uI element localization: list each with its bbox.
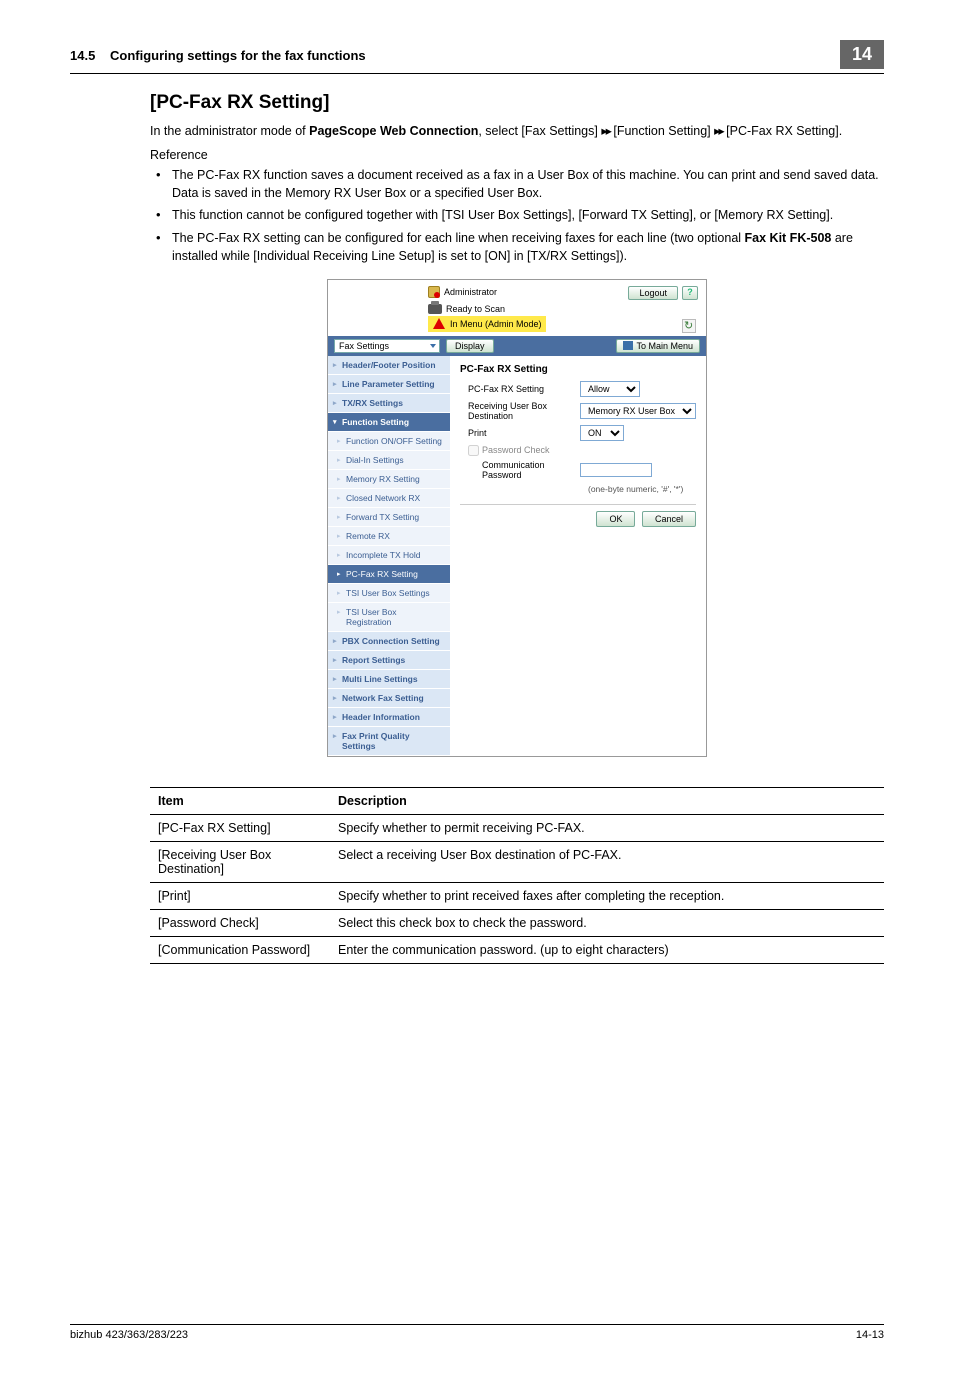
arrow-icon: ▸▸ [601,124,610,138]
table-cell-desc: Specify whether to print received faxes … [330,882,884,909]
table-cell-item: [Print] [150,882,330,909]
field-label: Receiving User Box Destination [460,401,580,421]
status-text: Ready to Scan [446,304,505,314]
intro-text: In the administrator mode of [150,124,309,138]
main-panel: PC-Fax RX Setting PC-Fax RX Setting Allo… [450,356,706,756]
admin-label: Administrator [444,287,497,297]
cancel-button[interactable]: Cancel [642,511,696,527]
sidebar-subitem[interactable]: TSI User Box Settings [328,584,450,603]
sidebar-subitem[interactable]: Dial-In Settings [328,451,450,470]
sidebar-subitem[interactable]: Closed Network RX [328,489,450,508]
list-bold: Fax Kit FK-508 [745,231,832,245]
sidebar-item[interactable]: Multi Line Settings [328,670,450,689]
running-header: 14.5 Configuring settings for the fax fu… [70,40,884,74]
sidebar-item[interactable]: Line Parameter Setting [328,375,450,394]
warning-icon [432,318,446,330]
table-row: [PC-Fax RX Setting] Specify whether to p… [150,814,884,841]
sidebar-item[interactable]: Fax Print Quality Settings [328,727,450,756]
table-cell-item: [Communication Password] [150,936,330,963]
page-footer: bizhub 423/363/283/223 14-13 [70,1324,884,1341]
intro-paragraph: In the administrator mode of PageScope W… [150,122,884,140]
sidebar-item[interactable]: PBX Connection Setting [328,632,450,651]
password-checkbox[interactable] [468,445,479,456]
status-row: Ready to Scan [428,304,698,314]
table-cell-desc: Select this check box to check the passw… [330,909,884,936]
ok-button[interactable]: OK [596,511,635,527]
table-cell-item: [Password Check] [150,909,330,936]
mode-text: In Menu (Admin Mode) [450,319,542,329]
sidebar-item[interactable]: Report Settings [328,651,450,670]
to-main-menu-button[interactable]: To Main Menu [616,339,700,353]
list-item: The PC-Fax RX function saves a document … [150,166,884,202]
table-cell-item: [PC-Fax RX Setting] [150,814,330,841]
table-cell-desc: Specify whether to permit receiving PC-F… [330,814,884,841]
sidebar-subitem[interactable]: Remote RX [328,527,450,546]
list-item: This function cannot be configured toget… [150,206,884,224]
panel-title: PC-Fax RX Setting [460,364,696,375]
sidebar-item[interactable]: Header/Footer Position [328,356,450,375]
sidebar-subitem[interactable]: Forward TX Setting [328,508,450,527]
table-cell-item: [Receiving User Box Destination] [150,841,330,882]
table-cell-desc: Select a receiving User Box destination … [330,841,884,882]
field-label: Print [460,428,580,438]
reference-list: The PC-Fax RX function saves a document … [150,166,884,265]
pcfax-rx-select[interactable]: Allow [580,381,640,397]
sidebar-item[interactable]: TX/RX Settings [328,394,450,413]
description-table: Item Description [PC-Fax RX Setting] Spe… [150,787,884,964]
section-title: Configuring settings for the fax functio… [110,48,840,63]
intro-text: , select [Fax Settings] [478,124,601,138]
to-main-label: To Main Menu [636,341,693,351]
checkbox-label: Password Check [482,445,550,455]
chapter-chip: 14 [840,40,884,69]
communication-password-input[interactable] [580,463,652,477]
refresh-button[interactable] [682,319,696,333]
footer-left: bizhub 423/363/283/223 [70,1329,188,1341]
sidebar-subitem[interactable]: TSI User Box Registration [328,603,450,632]
table-cell-desc: Enter the communication password. (up to… [330,936,884,963]
table-row: [Password Check] Select this check box t… [150,909,884,936]
page-title: [PC-Fax RX Setting] [150,92,884,114]
footer-right: 14-13 [856,1329,884,1341]
sidebar-item[interactable]: Header Information [328,708,450,727]
admin-icon [428,286,440,298]
field-note: (one-byte numeric, '#', '*') [460,484,696,494]
table-row: [Receiving User Box Destination] Select … [150,841,884,882]
destination-select[interactable]: Memory RX User Box [580,403,696,419]
logout-button[interactable]: Logout [628,286,678,300]
menu-icon [623,341,633,350]
sidebar-subitem[interactable]: Function ON/OFF Setting [328,432,450,451]
sidebar-subitem[interactable]: Incomplete TX Hold [328,546,450,565]
intro-text: [PC-Fax RX Setting]. [723,124,842,138]
field-label: Communication Password [460,460,580,480]
field-label: PC-Fax RX Setting [460,384,580,394]
print-select[interactable]: ON [580,425,624,441]
printer-icon [428,304,442,314]
help-button[interactable]: ? [682,286,698,300]
arrow-icon: ▸▸ [714,124,723,138]
nav-bar: Fax Settings Display To Main Menu [328,336,706,356]
table-row: [Print] Specify whether to print receive… [150,882,884,909]
list-text: The PC-Fax RX setting can be configured … [172,231,745,245]
embedded-screenshot: Administrator Logout ? Ready to Scan In … [327,279,707,757]
table-row: [Communication Password] Enter the commu… [150,936,884,963]
sidebar-subitem-active[interactable]: PC-Fax RX Setting [328,565,450,584]
sidebar-item-expanded[interactable]: Function Setting [328,413,450,432]
mode-row: In Menu (Admin Mode) [428,316,546,332]
sidebar: Header/Footer Position Line Parameter Se… [328,356,450,756]
sidebar-item[interactable]: Network Fax Setting [328,689,450,708]
section-number: 14.5 [70,48,110,63]
display-button[interactable]: Display [446,339,494,353]
intro-bold: PageScope Web Connection [309,124,478,138]
category-select[interactable]: Fax Settings [334,339,440,353]
table-header-item: Item [150,787,330,814]
password-check-row: Password Check [460,445,696,456]
list-item: The PC-Fax RX setting can be configured … [150,229,884,265]
reference-label: Reference [150,148,884,162]
intro-text: [Function Setting] [610,124,714,138]
table-header-desc: Description [330,787,884,814]
sidebar-subitem[interactable]: Memory RX Setting [328,470,450,489]
